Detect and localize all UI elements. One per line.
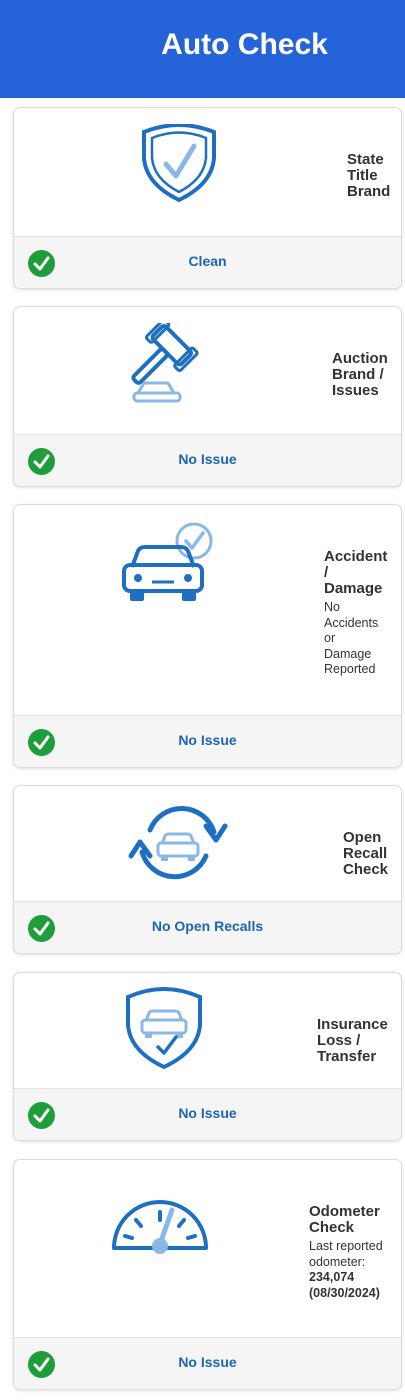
status-text: No Issue <box>178 1105 237 1121</box>
card-title: Odometer Check Last reported odometer: 2… <box>309 1204 399 1301</box>
card-footer: No Issue <box>14 1337 401 1389</box>
status-text: No Issue <box>178 451 237 467</box>
card-insurance-loss[interactable]: Insurance Loss / Transfer No Issue <box>13 972 402 1141</box>
card-footer: No Issue <box>14 1088 401 1140</box>
status-text: No Open Recalls <box>151 918 264 934</box>
app-header: Auto Check <box>0 0 405 98</box>
card-footer: No Issue <box>14 434 401 486</box>
card-title: Auction Brand / Issues <box>332 350 388 399</box>
shield-car-icon <box>124 987 204 1076</box>
card-state-title-brand[interactable]: State Title Brand Clean <box>13 107 402 289</box>
card-title: Open Recall Check <box>343 829 389 878</box>
status-text: Clean <box>188 253 227 269</box>
card-odometer[interactable]: Odometer Check Last reported odometer: 2… <box>13 1159 402 1390</box>
car-check-icon <box>118 521 218 610</box>
card-accident-damage[interactable]: Accident / Damage No Accidents or Damage… <box>13 504 402 768</box>
card-subtitle: Last reported odometer: 234,074 (08/30/2… <box>309 1239 383 1300</box>
gavel-icon <box>130 318 216 410</box>
card-subtitle: No Accidents or Damage Reported <box>324 600 379 676</box>
card-title: State Title Brand <box>347 151 391 200</box>
recall-car-icon <box>128 800 228 889</box>
card-footer: No Issue <box>14 715 401 767</box>
page-title: Auto Check <box>161 28 328 61</box>
card-footer: No Open Recalls <box>14 901 401 953</box>
status-text: No Issue <box>178 732 237 748</box>
card-title: Accident / Damage No Accidents or Damage… <box>324 549 401 678</box>
card-auction-brand[interactable]: Auction Brand / Issues No Issue <box>13 306 402 487</box>
card-title: Insurance Loss / Transfer <box>317 1016 388 1065</box>
card-footer: Clean <box>14 236 401 288</box>
status-text: No Issue <box>178 1354 237 1370</box>
odometer-icon <box>108 1196 212 1263</box>
card-open-recall[interactable]: Open Recall Check No Open Recalls <box>13 785 402 954</box>
shield-check-icon <box>136 123 222 209</box>
